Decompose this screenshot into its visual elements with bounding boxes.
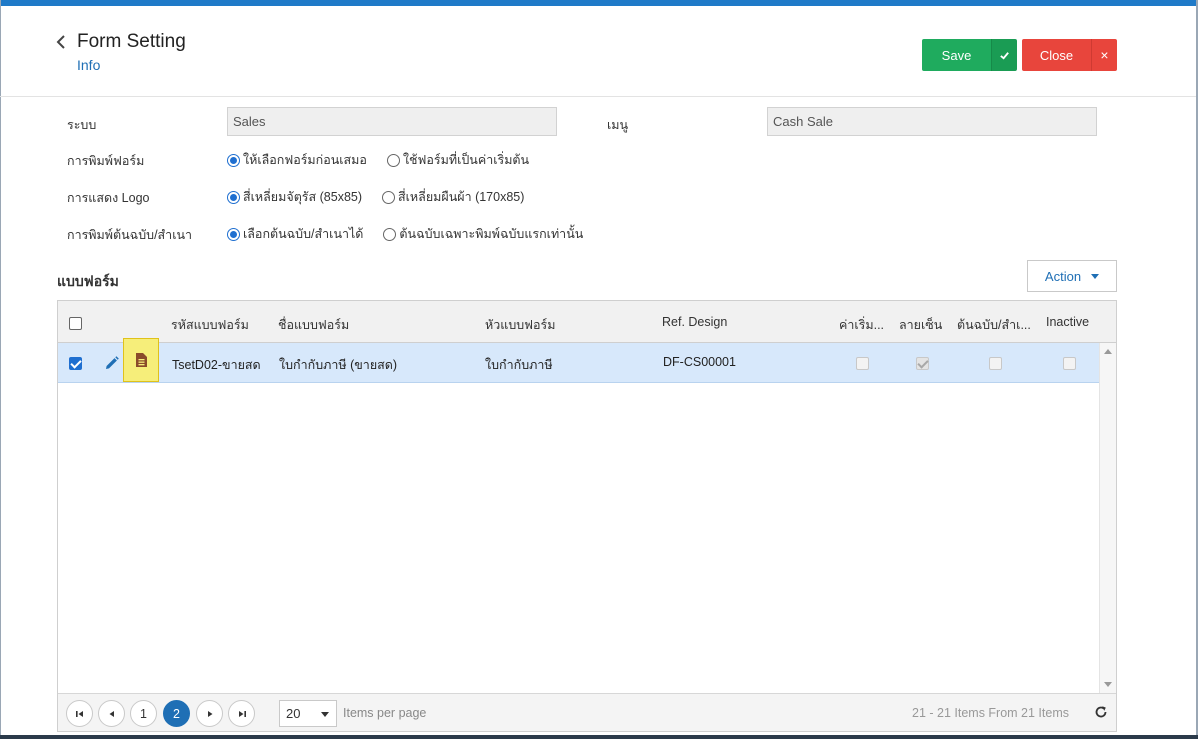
action-dropdown-button[interactable]: Action <box>1027 260 1117 292</box>
radio-dot <box>227 153 240 167</box>
logo-option-rectangle[interactable]: สี่เหลี่ยมผืนผ้า (170x85) <box>382 187 524 207</box>
items-per-page-label: Items per page <box>343 706 427 720</box>
window-left-border <box>0 0 1 739</box>
prev-page-icon <box>109 710 114 717</box>
radio-label: ใช้ฟอร์มที่เป็นค่าเริ่มต้น <box>402 153 530 167</box>
system-field: Sales <box>227 107 557 136</box>
vertical-scrollbar[interactable] <box>1099 343 1116 693</box>
cell-code: TsetD02-ขายสด <box>172 358 261 372</box>
radio-label: สี่เหลี่ยมจัตุรัส (85x85) <box>243 190 363 204</box>
first-page-icon <box>75 710 83 717</box>
first-page-button[interactable] <box>66 700 93 727</box>
column-header-code[interactable]: รหัสแบบฟอร์ม <box>171 315 249 335</box>
cell-name: ใบกำกับภาษี (ขายสด) <box>279 358 398 372</box>
pencil-icon[interactable] <box>104 355 120 371</box>
print-label: การพิมพ์ฟอร์ม <box>67 154 145 168</box>
prev-page-button[interactable] <box>98 700 125 727</box>
close-x-button[interactable]: × <box>1091 39 1117 71</box>
next-page-button[interactable] <box>196 700 223 727</box>
page-header: Form Setting Info Save Close × <box>0 6 1196 97</box>
system-label: ระบบ <box>67 118 97 132</box>
row-select-checkbox[interactable] <box>69 357 82 370</box>
copy-option-first-only[interactable]: ต้นฉบับเฉพาะพิมพ์ฉบับแรกเท่านั้น <box>383 224 583 244</box>
radio-dot <box>382 190 396 204</box>
column-header-original-copy[interactable]: ต้นฉบับ/สำเ... <box>957 315 1031 335</box>
radio-label: สี่เหลี่ยมผืนผ้า (170x85) <box>398 190 525 204</box>
cell-ref-design: DF-CS00001 <box>663 355 736 369</box>
radio-label: เลือกต้นฉบับ/สำเนาได้ <box>243 227 364 241</box>
column-header-form-header[interactable]: หัวแบบฟอร์ม <box>485 315 556 335</box>
radio-label: ต้นฉบับเฉพาะพิมพ์ฉบับแรกเท่านั้น <box>399 227 584 241</box>
caret-down-icon <box>321 712 329 717</box>
cell-inactive-checkbox <box>1063 357 1076 370</box>
print-option-default[interactable]: ใช้ฟอร์มที่เป็นค่าเริ่มต้น <box>386 150 530 170</box>
cell-default-checkbox <box>856 357 869 370</box>
caret-down-icon <box>1091 273 1100 279</box>
column-header-inactive[interactable]: Inactive <box>1046 315 1089 329</box>
cell-form-header: ใบกำกับภาษี <box>485 358 553 372</box>
last-page-icon <box>238 710 246 717</box>
copy-label: การพิมพ์ต้นฉบับ/สำเนา <box>67 228 193 242</box>
column-header-name[interactable]: ชื่อแบบฟอร์ม <box>278 315 349 335</box>
cell-signature-checkbox <box>916 357 929 370</box>
grid-header: รหัสแบบฟอร์ม ชื่อแบบฟอร์ม หัวแบบฟอร์ม Re… <box>58 301 1116 343</box>
logo-radio-group: สี่เหลี่ยมจัตุรัส (85x85) สี่เหลี่ยมผืนผ… <box>227 187 544 207</box>
menu-label: เมนู <box>607 118 629 132</box>
page-button-current[interactable]: 2 <box>163 700 190 727</box>
page-title: Form Setting <box>77 31 186 52</box>
page-size-value: 20 <box>286 706 301 721</box>
column-header-default[interactable]: ค่าเริ่ม... <box>839 315 884 335</box>
copy-option-selectable[interactable]: เลือกต้นฉบับ/สำเนาได้ <box>227 224 363 244</box>
pager-info: 21 - 21 Items From 21 Items <box>912 706 1069 720</box>
column-header-signature[interactable]: ลายเซ็น <box>899 315 942 335</box>
window-bottom-bar <box>0 735 1198 739</box>
chevron-left-icon <box>56 35 65 49</box>
check-icon <box>1000 51 1009 60</box>
radio-dot <box>227 227 240 241</box>
pager: 1 2 20 Items per page 21 - 21 Items From… <box>58 693 1116 731</box>
forms-grid: รหัสแบบฟอร์ม ชื่อแบบฟอร์ม หัวแบบฟอร์ม Re… <box>57 300 1117 732</box>
table-row[interactable]: TsetD02-ขายสด ใบกำกับภาษี (ขายสด) ใบกำกั… <box>58 338 1099 383</box>
menu-field: Cash Sale <box>767 107 1097 136</box>
select-all-checkbox[interactable] <box>69 317 82 330</box>
cell-original-copy-checkbox <box>989 357 1002 370</box>
radio-label: ให้เลือกฟอร์มก่อนเสมอ <box>243 153 367 167</box>
close-button[interactable]: Close <box>1022 39 1091 71</box>
refresh-icon[interactable] <box>1094 705 1108 719</box>
save-button[interactable]: Save <box>922 39 991 71</box>
save-confirm-button[interactable] <box>991 39 1017 71</box>
radio-dot <box>383 227 397 241</box>
copy-radio-group: เลือกต้นฉบับ/สำเนาได้ ต้นฉบับเฉพาะพิมพ์ฉ… <box>227 224 603 244</box>
radio-dot <box>386 153 400 167</box>
print-option-always-choose[interactable]: ให้เลือกฟอร์มก่อนเสมอ <box>227 150 367 170</box>
column-header-ref-design[interactable]: Ref. Design <box>662 315 727 329</box>
page-subtitle[interactable]: Info <box>77 57 100 73</box>
radio-dot <box>227 190 240 204</box>
section-title: แบบฟอร์ม <box>57 273 119 289</box>
last-page-button[interactable] <box>228 700 255 727</box>
page-size-select[interactable]: 20 <box>279 700 337 727</box>
logo-label: การแสดง Logo <box>67 191 150 205</box>
action-label: Action <box>1044 268 1082 284</box>
scroll-down-icon[interactable] <box>1104 682 1112 687</box>
print-radio-group: ให้เลือกฟอร์มก่อนเสมอ ใช้ฟอร์มที่เป็นค่า… <box>227 150 549 170</box>
form-design-button[interactable] <box>123 338 159 382</box>
scroll-up-icon[interactable] <box>1104 349 1112 354</box>
back-button[interactable] <box>52 33 70 51</box>
document-icon <box>136 353 147 367</box>
page-button[interactable]: 1 <box>130 700 157 727</box>
next-page-icon <box>207 710 212 717</box>
logo-option-square[interactable]: สี่เหลี่ยมจัตุรัส (85x85) <box>227 187 362 207</box>
